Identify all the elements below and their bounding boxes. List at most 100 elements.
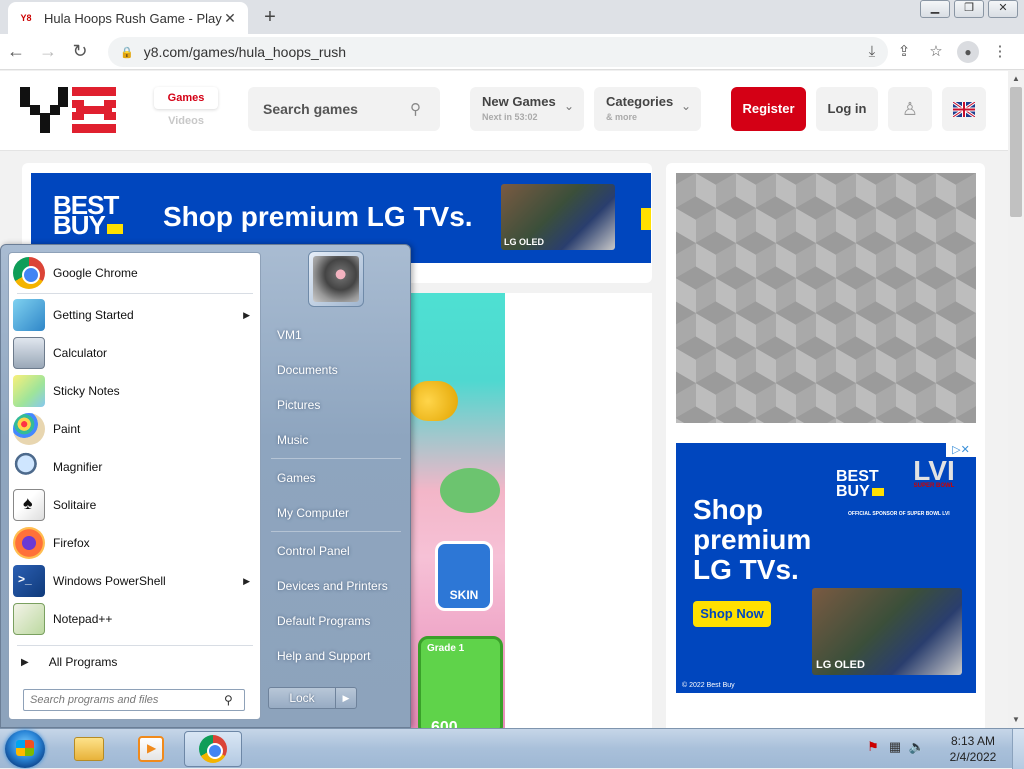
new-games-dropdown[interactable]: New Games Next in 53:02 ⌄: [470, 87, 584, 131]
calculator-icon: [13, 337, 45, 369]
user-picture[interactable]: [308, 251, 364, 307]
super-bowl-logo: LVI SUPER BOWL: [913, 455, 955, 489]
skin-button[interactable]: SKIN: [435, 541, 493, 611]
sponsor-text: OFFICIAL SPONSOR OF SUPER BOWL LVI: [848, 511, 950, 517]
notepadpp-icon: [13, 603, 45, 635]
y8-logo[interactable]: [20, 87, 124, 133]
clock-time: 8:13 AM: [950, 734, 996, 748]
taskbar-chrome-button[interactable]: [184, 731, 242, 767]
program-calculator[interactable]: Calculator: [9, 335, 260, 371]
program-getting-started[interactable]: Getting Started ▶: [9, 297, 260, 333]
program-google-chrome[interactable]: Google Chrome: [9, 255, 260, 291]
categories-dropdown[interactable]: Categories & more ⌄: [594, 87, 701, 131]
start-link-vm1[interactable]: VM1: [267, 320, 405, 350]
taskbar-explorer-button[interactable]: [60, 731, 118, 767]
start-link-default-programs[interactable]: Default Programs: [267, 606, 405, 636]
new-games-countdown: Next in 53:02: [482, 112, 538, 122]
start-button[interactable]: [5, 730, 45, 768]
shutdown-options-arrow-icon[interactable]: ▶: [335, 687, 357, 709]
lock-icon[interactable]: 🔒: [120, 46, 134, 59]
start-link-documents[interactable]: Documents: [267, 355, 405, 385]
install-icon[interactable]: ⤓: [856, 40, 888, 64]
clock[interactable]: 8:13 AM 2/4/2022: [936, 733, 1010, 765]
start-link-devices-and-printers[interactable]: Devices and Printers: [267, 571, 405, 601]
ad-headline: Shop premium LG TVs.: [693, 494, 812, 585]
bookmark-star-icon[interactable]: ☆: [920, 40, 952, 64]
divider: [17, 645, 253, 646]
browser-tab[interactable]: Y8 Hula Hoops Rush Game - Play o ✕: [8, 2, 248, 34]
chevron-down-icon: ⌄: [563, 99, 574, 113]
close-tab-icon[interactable]: ✕: [222, 10, 238, 27]
chevron-down-icon: ⌄: [680, 99, 691, 113]
firefox-icon: [13, 527, 45, 559]
register-button[interactable]: Register: [731, 87, 806, 131]
browser-tabstrip: Y8 Hula Hoops Rush Game - Play o ✕ + ▁ ❐…: [0, 0, 1024, 34]
toolbar-actions: ⤓ ⇪ ☆ ● ⋮: [856, 40, 1016, 64]
address-url[interactable]: y8.com/games/hula_hoops_rush: [144, 44, 346, 60]
start-link-pictures[interactable]: Pictures: [267, 390, 405, 420]
tv-image: LG OLED: [812, 588, 962, 675]
start-menu-programs-pane: Google Chrome Getting Started ▶ Calculat…: [8, 252, 261, 720]
minimize-button[interactable]: ▁: [920, 0, 950, 18]
program-paint[interactable]: Paint: [9, 411, 260, 447]
program-solitaire[interactable]: Solitaire: [9, 487, 260, 523]
divider: [17, 293, 253, 294]
search-games-box[interactable]: Search games ⚲: [248, 87, 440, 131]
search-games-input[interactable]: Search games: [263, 101, 410, 117]
program-firefox[interactable]: Firefox: [9, 525, 260, 561]
volume-icon[interactable]: 🔈: [906, 739, 928, 757]
restore-button[interactable]: ❐: [954, 0, 984, 18]
start-link-control-panel[interactable]: Control Panel: [267, 536, 405, 566]
search-icon[interactable]: ⚲: [410, 100, 440, 118]
reload-button[interactable]: ↻: [64, 41, 96, 62]
language-flag-icon[interactable]: [942, 87, 986, 131]
program-label: Calculator: [53, 346, 108, 360]
ad-copyright: © 2022 Best Buy: [682, 682, 735, 689]
program-windows-powershell[interactable]: Windows PowerShell ▶: [9, 563, 260, 599]
submenu-arrow-icon: ▶: [243, 309, 250, 320]
start-link-music[interactable]: Music: [267, 425, 405, 455]
videos-tab[interactable]: Videos: [154, 109, 218, 129]
new-tab-button[interactable]: +: [258, 6, 282, 30]
start-search-box[interactable]: Search programs and files ⚲: [23, 689, 245, 711]
start-link-help-and-support[interactable]: Help and Support: [267, 641, 405, 671]
close-window-button[interactable]: ✕: [988, 0, 1018, 18]
scrollbar-thumb[interactable]: [1010, 87, 1022, 217]
grade-upgrade-button[interactable]: Grade 1 600: [418, 636, 503, 728]
media-player-icon: [138, 736, 164, 762]
page-scrollbar[interactable]: ▲ ▼: [1008, 71, 1024, 728]
address-bar[interactable]: 🔒 y8.com/games/hula_hoops_rush: [108, 37, 888, 67]
program-sticky-notes[interactable]: Sticky Notes: [9, 373, 260, 409]
share-icon[interactable]: ⇪: [888, 40, 920, 64]
start-link-my-computer[interactable]: My Computer: [267, 498, 405, 528]
all-programs-button[interactable]: ▶ All Programs: [9, 649, 260, 675]
start-link-games[interactable]: Games: [267, 463, 405, 493]
kid-mode-icon[interactable]: ♙: [888, 87, 932, 131]
network-icon[interactable]: ▦: [884, 739, 906, 757]
games-tab[interactable]: Games: [154, 87, 218, 109]
profile-avatar-icon[interactable]: ●: [957, 41, 979, 63]
right-banner-ad[interactable]: ▷✕ BEST BUY LVI SUPER BOWL OFFICIAL SPONSO…: [676, 443, 976, 693]
login-button[interactable]: Log in: [816, 87, 878, 131]
program-notepad-plus-plus[interactable]: Notepad++: [9, 601, 260, 637]
scroll-up-icon[interactable]: ▲: [1008, 71, 1024, 87]
shop-now-button[interactable]: Shop Now: [693, 601, 771, 627]
forward-button[interactable]: →: [32, 41, 64, 62]
chrome-icon: [199, 735, 227, 763]
site-header: Games Videos Search games ⚲ New Games Ne…: [0, 71, 1008, 151]
search-icon[interactable]: ⚲: [224, 693, 244, 707]
menu-dots-icon[interactable]: ⋮: [984, 40, 1016, 64]
ad-edge-tab: [641, 208, 651, 230]
all-programs-label: All Programs: [48, 655, 118, 669]
categories-sub: & more: [606, 112, 638, 122]
back-button[interactable]: ←: [0, 41, 32, 62]
getting-started-icon: [13, 299, 45, 331]
scroll-down-icon[interactable]: ▼: [1008, 712, 1024, 728]
start-search-input[interactable]: Search programs and files: [30, 694, 224, 706]
lock-button[interactable]: Lock: [268, 687, 336, 709]
taskbar-media-player-button[interactable]: [122, 731, 180, 767]
program-magnifier[interactable]: Magnifier: [9, 449, 260, 485]
action-center-flag-icon[interactable]: ⚑: [862, 739, 884, 757]
show-desktop-button[interactable]: [1012, 729, 1024, 769]
y8-favicon-icon: Y8: [20, 13, 32, 23]
